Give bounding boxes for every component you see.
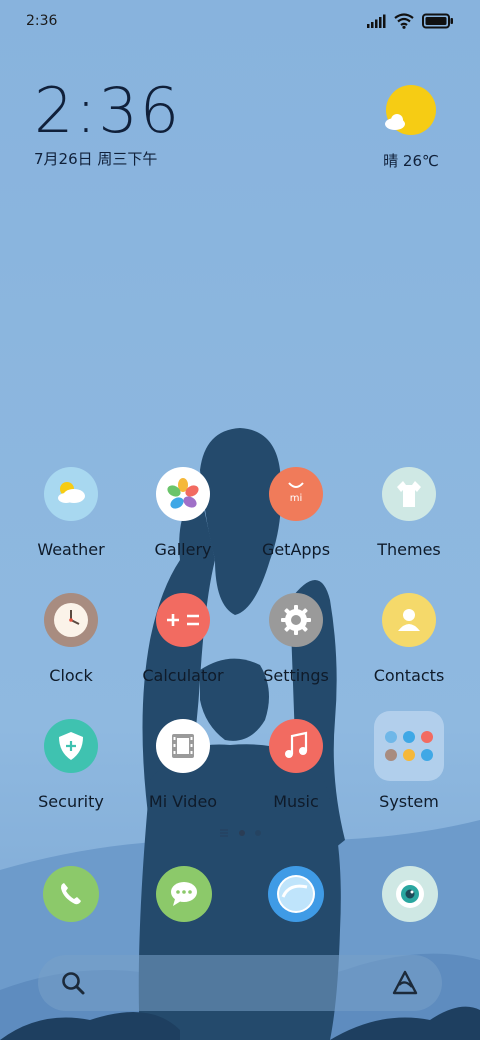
- film-icon: [156, 719, 210, 773]
- folder-app-icon: [403, 749, 415, 761]
- app-label: Weather: [37, 540, 105, 559]
- app-label: System: [379, 792, 439, 811]
- gear-icon: [269, 593, 323, 647]
- app-music[interactable]: Music: [241, 719, 351, 811]
- app-clock[interactable]: Clock: [16, 593, 126, 685]
- folder-app-icon: [403, 731, 415, 743]
- dock-messages[interactable]: [156, 866, 212, 922]
- app-label: Security: [38, 792, 104, 811]
- svg-text:mi: mi: [290, 493, 303, 504]
- dock-phone[interactable]: [43, 866, 99, 922]
- app-weather[interactable]: Weather: [16, 467, 126, 559]
- clock-icon: [44, 593, 98, 647]
- search-icon: [62, 972, 85, 995]
- browser-icon: [277, 875, 315, 913]
- calculator-icon: [156, 593, 210, 647]
- app-label: Settings: [263, 666, 329, 685]
- app-label: Mi Video: [148, 792, 218, 811]
- app-label: Calculator: [142, 666, 224, 685]
- app-calculator[interactable]: Calculator: [128, 593, 238, 685]
- clock-widget[interactable]: 2:36 7月26日 周三下午: [34, 78, 181, 169]
- status-bar: 2:36: [0, 0, 480, 42]
- app-gallery[interactable]: Gallery: [128, 467, 238, 559]
- wifi-icon: [394, 13, 414, 29]
- dock-camera[interactable]: [382, 866, 438, 922]
- widget-date: 7月26日 周三下午: [34, 150, 158, 168]
- gallery-flower-icon: [156, 467, 210, 521]
- folder-app-icon: [385, 749, 397, 761]
- camera-icon: [396, 880, 424, 908]
- menu-lines-icon: [220, 829, 228, 837]
- app-label: Music: [273, 792, 319, 811]
- app-security[interactable]: Security: [16, 719, 126, 811]
- phone-icon: [61, 883, 81, 905]
- assistant-icon[interactable]: [390, 969, 420, 997]
- contact-person-icon: [382, 593, 436, 647]
- app-mi-video[interactable]: Mi Video: [128, 719, 238, 811]
- dock-browser[interactable]: [268, 866, 324, 922]
- themes-shirt-icon: [382, 467, 436, 521]
- app-themes[interactable]: Themes: [354, 467, 464, 559]
- app-getapps[interactable]: mi GetApps: [241, 467, 351, 559]
- status-icons: [366, 13, 454, 29]
- app-system-folder[interactable]: System: [354, 711, 464, 811]
- messages-icon: [171, 882, 197, 906]
- app-label: Gallery: [154, 540, 212, 559]
- status-time: 2:36: [26, 13, 58, 29]
- battery-icon: [422, 13, 453, 29]
- weather-widget[interactable]: 晴 26℃: [376, 84, 446, 171]
- page-dot-active: [239, 830, 245, 836]
- app-settings[interactable]: Settings: [241, 593, 351, 685]
- app-contacts[interactable]: Contacts: [354, 593, 464, 685]
- app-label: Clock: [49, 666, 93, 685]
- folder-app-icon: [421, 749, 433, 761]
- weather-icon: [44, 467, 98, 521]
- search-bar[interactable]: [38, 955, 442, 1011]
- page-indicator[interactable]: [0, 829, 480, 837]
- signal-icon: [367, 14, 386, 28]
- page-dot: [255, 830, 261, 836]
- getapps-bag-icon: mi: [269, 467, 323, 521]
- app-label: Themes: [377, 540, 441, 559]
- app-label: GetApps: [261, 540, 331, 559]
- folder-icon: [374, 711, 444, 781]
- app-label: Contacts: [373, 666, 445, 685]
- folder-app-icon: [421, 731, 433, 743]
- music-note-icon: [269, 719, 323, 773]
- weather-temp: 晴 26℃: [383, 152, 439, 170]
- folder-app-icon: [385, 731, 397, 743]
- shield-plus-icon: [44, 719, 98, 773]
- sun-cloud-icon: [385, 85, 436, 135]
- widget-time: 2:36: [34, 74, 182, 147]
